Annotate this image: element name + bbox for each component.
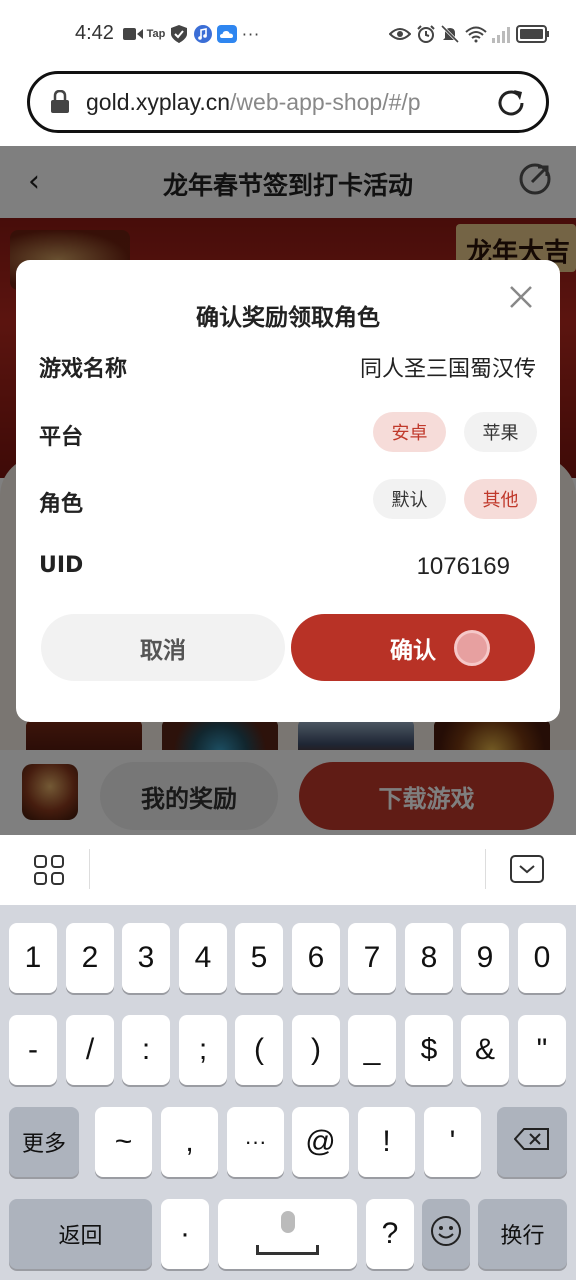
confirm-role-dialog: 确认奖励领取角色 游戏名称 同人圣三国蜀汉传 平台 安卓 苹果 角色 默认 其他…	[16, 260, 560, 722]
role-option-default[interactable]: 默认	[373, 479, 446, 519]
status-time: 4:42	[75, 22, 114, 44]
key-comma[interactable]: ,	[161, 1107, 218, 1177]
key-dollar[interactable]: $	[405, 1015, 453, 1085]
toolbar-divider	[485, 849, 486, 889]
key-3[interactable]: 3	[122, 923, 170, 993]
return-key[interactable]: 换行	[478, 1199, 567, 1269]
key-5[interactable]: 5	[235, 923, 283, 993]
key-exclamation[interactable]: !	[358, 1107, 415, 1177]
status-bar: 4:42 Tap ···	[0, 0, 576, 68]
key-middle-dot[interactable]: ·	[161, 1199, 209, 1269]
key-0[interactable]: 0	[518, 923, 566, 993]
platform-option-ios[interactable]: 苹果	[464, 412, 537, 452]
key-8[interactable]: 8	[405, 923, 453, 993]
game-name-label: 游戏名称	[39, 357, 128, 382]
music-icon	[193, 24, 213, 44]
battery-icon	[515, 24, 551, 44]
game-name-value: 同人圣三国蜀汉传	[359, 357, 536, 382]
keyboard: 1 2 3 4 5 6 7 8 9 0 - / : ; ( ) _ $ & " …	[0, 905, 576, 1280]
key-right-paren[interactable]: )	[292, 1015, 340, 1085]
cloud-icon	[216, 24, 238, 44]
toolbar-divider	[89, 849, 90, 889]
back-key[interactable]: 返回	[9, 1199, 152, 1269]
wifi-icon	[464, 24, 488, 44]
mute-icon	[440, 24, 460, 44]
uid-value[interactable]: 1076169	[417, 553, 510, 581]
key-1[interactable]: 1	[9, 923, 57, 993]
backspace-key[interactable]	[497, 1107, 567, 1177]
platform-option-android[interactable]: 安卓	[373, 412, 446, 452]
platform-label: 平台	[39, 425, 84, 450]
confirm-button[interactable]: 确认	[291, 614, 535, 681]
key-6[interactable]: 6	[292, 923, 340, 993]
url-domain: gold.xyplay.cn	[86, 88, 231, 115]
backspace-icon	[513, 1127, 550, 1157]
emoji-icon	[430, 1215, 462, 1253]
key-tilde[interactable]: ~	[95, 1107, 152, 1177]
emoji-key[interactable]	[422, 1199, 470, 1269]
keyboard-toolbar	[0, 835, 576, 905]
key-9[interactable]: 9	[461, 923, 509, 993]
space-key[interactable]	[218, 1199, 357, 1269]
key-apostrophe[interactable]: '	[424, 1107, 481, 1177]
video-icon	[122, 24, 144, 44]
signal-icon	[490, 24, 512, 44]
key-colon[interactable]: :	[122, 1015, 170, 1085]
shield-icon	[170, 24, 188, 44]
key-4[interactable]: 4	[179, 923, 227, 993]
key-slash[interactable]: /	[66, 1015, 114, 1085]
url-path: /web-app-shop/#/p	[230, 88, 421, 115]
key-semicolon[interactable]: ;	[179, 1015, 227, 1085]
key-2[interactable]: 2	[66, 923, 114, 993]
eye-icon	[388, 24, 412, 44]
grid-menu-icon[interactable]	[34, 855, 64, 885]
address-bar[interactable]: gold.xyplay.cn/web-app-shop/#/p	[27, 71, 549, 133]
role-label: 角色	[39, 492, 84, 517]
key-quote[interactable]: "	[518, 1015, 566, 1085]
role-option-other[interactable]: 其他	[464, 479, 537, 519]
lock-icon	[50, 89, 72, 114]
key-question[interactable]: ?	[366, 1199, 414, 1269]
key-ampersand[interactable]: &	[461, 1015, 509, 1085]
cancel-button[interactable]: 取消	[41, 614, 285, 681]
alarm-icon	[416, 24, 436, 44]
key-underscore[interactable]: _	[348, 1015, 396, 1085]
url-text[interactable]: gold.xyplay.cn/web-app-shop/#/p	[86, 89, 476, 116]
tap-icon: Tap	[146, 28, 166, 40]
dialog-title: 确认奖励领取角色	[196, 305, 380, 331]
space-bar-icon	[256, 1245, 319, 1255]
touch-indicator	[454, 630, 490, 666]
key-hyphen[interactable]: -	[9, 1015, 57, 1085]
key-ellipsis[interactable]: ···	[227, 1107, 284, 1177]
more-symbols-key[interactable]: 更多	[9, 1107, 79, 1177]
key-at[interactable]: @	[292, 1107, 349, 1177]
key-7[interactable]: 7	[348, 923, 396, 993]
close-icon[interactable]	[508, 284, 536, 312]
hide-keyboard-icon[interactable]	[510, 855, 544, 883]
reload-icon[interactable]	[494, 86, 528, 120]
more-dots-icon: ···	[241, 24, 261, 44]
uid-label: UID	[39, 553, 84, 578]
microphone-icon	[280, 1211, 295, 1233]
key-left-paren[interactable]: (	[235, 1015, 283, 1085]
